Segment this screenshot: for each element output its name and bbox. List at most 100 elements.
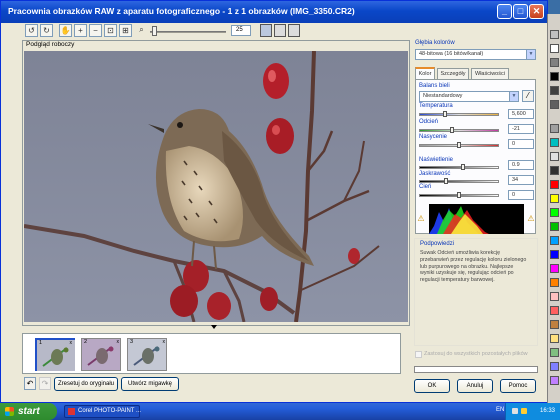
redo-icon: ↷ xyxy=(39,377,51,390)
palette-swatch[interactable] xyxy=(550,306,559,315)
tray-network-icon[interactable] xyxy=(512,408,518,414)
thumbnail-close-icon[interactable]: x xyxy=(70,340,73,346)
thumbnail-3[interactable]: 3 x xyxy=(127,338,167,371)
rotate-left-icon[interactable]: ↺ xyxy=(25,24,38,37)
palette-swatch[interactable] xyxy=(550,334,559,343)
close-button[interactable]: ✕ xyxy=(529,4,544,19)
tint-slider-thumb[interactable] xyxy=(450,127,454,133)
shadows-label: Cień xyxy=(419,184,432,190)
apply-all-checkbox[interactable] xyxy=(415,351,422,358)
zoom-fit-icon[interactable]: ⊡ xyxy=(104,24,117,37)
palette-swatch[interactable] xyxy=(550,208,559,217)
shadows-slider-thumb[interactable] xyxy=(457,192,461,198)
tint-slider[interactable] xyxy=(419,129,499,132)
palette-swatch[interactable] xyxy=(550,194,559,203)
brightness-slider[interactable] xyxy=(419,180,499,183)
zoom-in-icon[interactable]: + xyxy=(74,24,87,37)
exposure-slider-thumb[interactable] xyxy=(461,164,465,170)
saturation-input[interactable]: 0 xyxy=(508,139,534,149)
shadow-clipping-warning-icon[interactable]: ⚠ xyxy=(416,214,426,224)
taskbar-item-corel[interactable]: Corel PHOTO-PAINT ... xyxy=(64,405,142,418)
palette-swatch[interactable] xyxy=(550,292,559,301)
zoom-slider-thumb[interactable] xyxy=(152,26,157,36)
zoom-slider-track[interactable] xyxy=(150,31,226,33)
palette-swatch[interactable] xyxy=(550,320,559,329)
palette-swatch[interactable] xyxy=(550,180,559,189)
task-label: Corel PHOTO-PAINT ... xyxy=(78,408,142,414)
brightness-slider-thumb[interactable] xyxy=(444,178,448,184)
preview-image[interactable] xyxy=(24,51,408,322)
palette-swatch[interactable] xyxy=(550,86,559,95)
compare-view-icon[interactable] xyxy=(288,24,300,37)
palette-swatch[interactable] xyxy=(550,264,559,273)
tab-properties[interactable]: Właściwości xyxy=(471,68,509,79)
brightness-input[interactable]: 34 xyxy=(508,175,534,185)
thumbnail-image xyxy=(82,339,120,370)
windows-logo-icon xyxy=(5,407,14,416)
reset-original-button[interactable]: Zresetuj do oryginału xyxy=(54,377,118,391)
tray-app-icon[interactable] xyxy=(521,408,527,414)
color-depth-select[interactable]: 48-bitowa (16 bitów/kanał) ▼ xyxy=(415,49,536,60)
thumbnail-2[interactable]: 2 x xyxy=(81,338,121,371)
chevron-down-icon: ▼ xyxy=(509,92,518,101)
cancel-button[interactable]: Anuluj xyxy=(457,379,493,393)
rotate-right-icon[interactable]: ↻ xyxy=(40,24,53,37)
temperature-slider[interactable] xyxy=(419,113,499,116)
palette-swatch[interactable] xyxy=(550,362,559,371)
zoom-input[interactable]: 25 xyxy=(231,25,251,36)
shadows-input[interactable]: 0 xyxy=(508,190,534,200)
single-view-icon[interactable] xyxy=(260,24,272,37)
exposure-input[interactable]: 0.9 xyxy=(508,160,534,170)
histogram xyxy=(429,204,524,234)
tint-input[interactable]: -21 xyxy=(508,124,534,134)
temperature-label: Temperatura xyxy=(419,103,453,109)
palette-swatch[interactable] xyxy=(550,138,559,147)
create-snapshot-button[interactable]: Utwórz migawkę xyxy=(121,377,179,391)
temperature-slider-thumb[interactable] xyxy=(443,111,447,117)
maximize-button[interactable]: □ xyxy=(513,4,528,19)
undo-icon[interactable]: ↶ xyxy=(24,377,36,390)
palette-swatch[interactable] xyxy=(550,166,559,175)
thumbnail-1[interactable]: 1 x xyxy=(35,338,75,371)
magnifier-icon: ⌕ xyxy=(139,25,144,34)
white-balance-select[interactable]: Niestandardowy ▼ xyxy=(419,91,519,102)
exposure-label: Naświetlenie xyxy=(419,157,454,163)
palette-swatch[interactable] xyxy=(550,58,559,67)
palette-swatch[interactable] xyxy=(550,376,559,385)
palette-swatch[interactable] xyxy=(550,152,559,161)
palette-swatch[interactable] xyxy=(550,44,559,53)
palette-swatch[interactable] xyxy=(550,348,559,357)
thumbnail-number: 2 xyxy=(84,339,88,345)
palette-swatch[interactable] xyxy=(550,30,559,39)
thumbnail-image xyxy=(128,339,166,370)
collapse-thumbnails-icon[interactable] xyxy=(211,325,217,329)
thumbnail-close-icon[interactable]: x xyxy=(117,339,120,345)
zoom-out-icon[interactable]: − xyxy=(89,24,102,37)
title-bar[interactable]: Pracownia obrazków RAW z aparatu fotogra… xyxy=(1,1,547,23)
palette-swatch[interactable] xyxy=(550,278,559,287)
zoom-100-icon[interactable]: ⊞ xyxy=(119,24,132,37)
start-label: start xyxy=(18,406,40,417)
language-indicator[interactable]: EN xyxy=(496,407,504,413)
hand-pan-icon[interactable]: ✋ xyxy=(59,24,72,37)
exposure-slider[interactable] xyxy=(419,166,499,169)
start-button[interactable]: start xyxy=(0,403,57,420)
ok-button[interactable]: OK xyxy=(414,379,450,393)
eyedropper-icon[interactable]: ⁄ xyxy=(522,90,534,102)
palette-swatch[interactable] xyxy=(550,72,559,81)
temperature-input[interactable]: 5,600 xyxy=(508,109,534,119)
palette-swatch[interactable] xyxy=(550,100,559,109)
tab-color[interactable]: Kolor xyxy=(415,67,435,79)
palette-swatch[interactable] xyxy=(550,250,559,259)
highlight-clipping-warning-icon[interactable]: ⚠ xyxy=(526,214,536,224)
split-view-icon[interactable] xyxy=(274,24,286,37)
help-button[interactable]: Pomoc xyxy=(500,379,536,393)
palette-swatch[interactable] xyxy=(550,124,559,133)
palette-swatch[interactable] xyxy=(550,222,559,231)
color-depth-value: 48-bitowa (16 bitów/kanał) xyxy=(419,51,484,57)
tab-details[interactable]: Szczegóły xyxy=(437,68,469,79)
palette-swatch[interactable] xyxy=(550,236,559,245)
thumbnail-close-icon[interactable]: x xyxy=(163,339,166,345)
minimize-button[interactable]: _ xyxy=(497,4,512,19)
saturation-slider-thumb[interactable] xyxy=(457,142,461,148)
